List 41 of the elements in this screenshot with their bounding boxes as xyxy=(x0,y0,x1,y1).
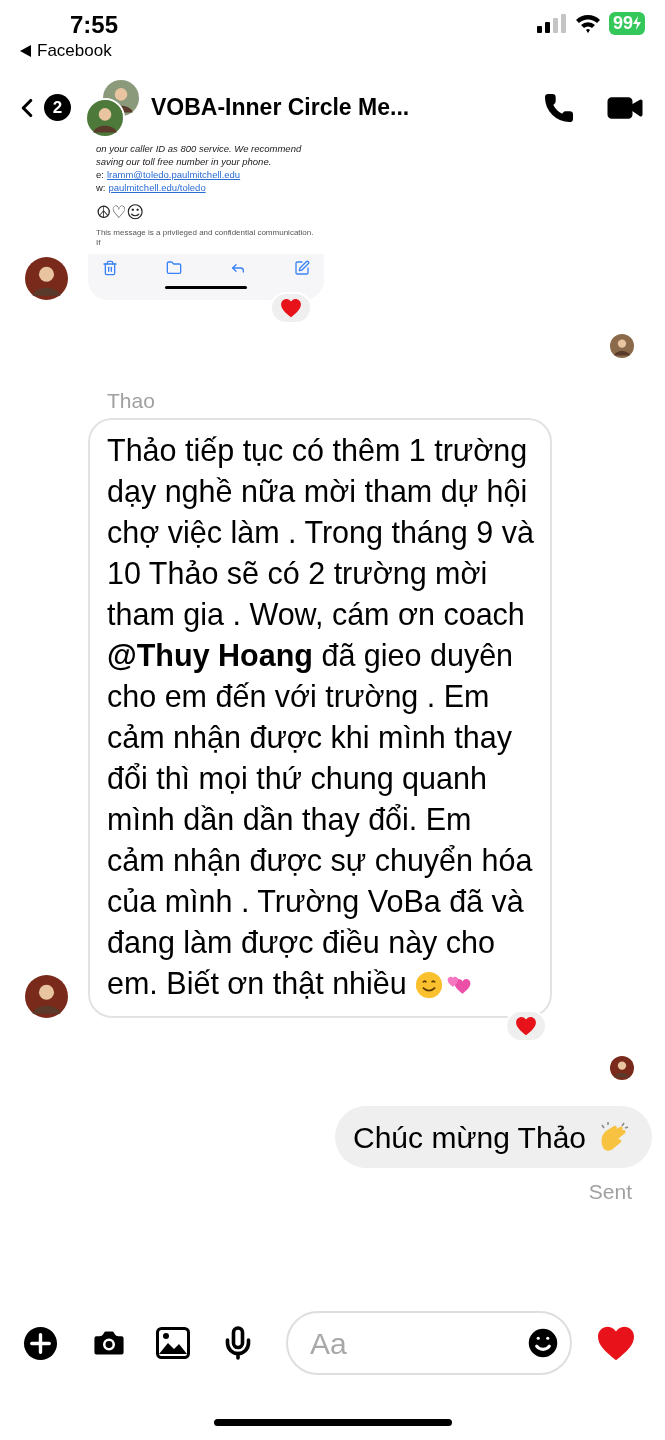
email-symbols: ☮♡☺ xyxy=(96,202,146,222)
email-link[interactable]: paulmitchell.edu/toledo xyxy=(108,181,206,194)
avatar xyxy=(25,257,68,300)
email-disclaimer: This message is a privileged and confidential communication. If xyxy=(96,228,315,248)
message-text: Thảo tiếp tục có thêm 1 trường dạy nghề nữa mời tham dự hội chợ việc làm . Trong tháng 9 và 10 Thảo sẽ có 2 trường mời tham gia . Wow, cám ơn coach @Thuy Hoang đã gieo duyên cho em đến với trường . Em cảm nhận được khi mình thay đổi thì mọi thứ chung quanh mình dần dần thay đổi. Em cảm nhận được sự chuyển hóa của mình . Trường VoBa đã và đang làm được điều này cho em. Biết ơn thật nhiều xyxy=(107,432,535,1002)
battery-indicator: 99 xyxy=(608,11,645,35)
add-icon[interactable] xyxy=(23,1325,58,1361)
group-avatar[interactable] xyxy=(85,79,141,136)
email-field-label: w: xyxy=(96,181,106,194)
like-button[interactable] xyxy=(596,1325,636,1361)
message-text: Chúc mừng Thảo xyxy=(353,1119,586,1156)
back-triangle-icon xyxy=(20,45,31,57)
delivery-status: Sent xyxy=(588,1179,632,1205)
sent-message-bubble[interactable]: Chúc mừng Thảo xyxy=(335,1106,652,1168)
folder-icon[interactable] xyxy=(166,260,182,276)
sender-name: Thao xyxy=(107,388,156,414)
heart-icon xyxy=(280,298,302,318)
conversation-title[interactable]: VOBA-Inner Circle Me... xyxy=(151,90,410,125)
message-input[interactable]: Aa xyxy=(286,1311,572,1375)
wifi-icon xyxy=(574,13,601,33)
compose-icon[interactable] xyxy=(294,260,310,276)
clock: 7:55 xyxy=(70,10,119,40)
smiling-face-icon xyxy=(415,971,444,999)
trash-icon[interactable] xyxy=(102,260,118,276)
avatar xyxy=(87,99,123,136)
gallery-icon[interactable] xyxy=(156,1327,190,1359)
heart-reaction[interactable] xyxy=(505,1010,547,1042)
email-field-label: e: xyxy=(96,168,104,181)
signal-icon xyxy=(536,13,567,33)
heart-icon xyxy=(515,1016,537,1036)
message-field[interactable]: Aa xyxy=(310,1320,524,1366)
unread-badge: 2 xyxy=(44,94,71,121)
email-text-line: saving our toll free number in your phone. xyxy=(96,155,273,168)
email-link[interactable]: lramm@toledo.paulmitchell.edu xyxy=(106,168,241,181)
avatar xyxy=(610,334,634,358)
back-app-link[interactable]: Facebook xyxy=(37,40,112,62)
avatar xyxy=(610,1056,634,1080)
phone-call-icon[interactable] xyxy=(543,91,575,124)
email-text-line: on your caller ID as 800 service. We recommend xyxy=(96,142,303,155)
heart-reaction[interactable] xyxy=(270,292,312,324)
avatar xyxy=(25,975,68,1018)
